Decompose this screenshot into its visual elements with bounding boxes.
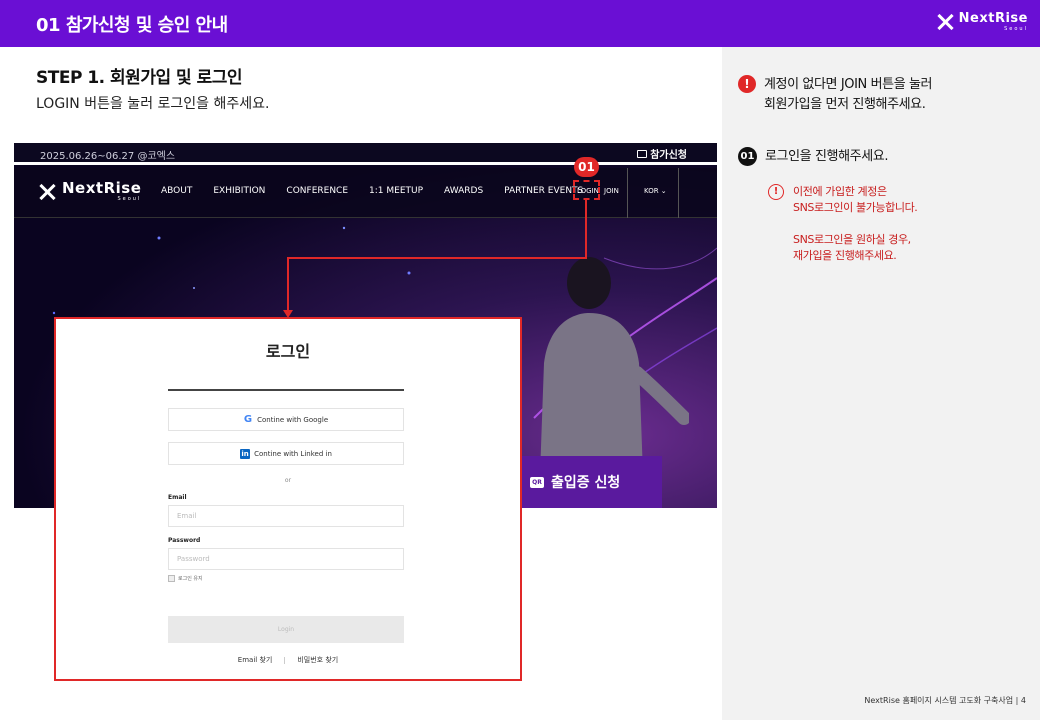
email-label: Email: [168, 494, 187, 501]
page-footer: NextRise 홈페이지 시스템 고도화 구축사업 | 4: [864, 696, 1026, 705]
title-divider: [168, 389, 404, 391]
site-top-stripe: 2025.06.26~06.27 @코엑스 참가신청: [14, 143, 717, 165]
register-link[interactable]: 참가신청: [637, 146, 687, 161]
step-title: STEP 1. 회원가입 및 로그인: [36, 68, 243, 88]
find-links: Email 찾기 비밀번호 찾기: [56, 655, 520, 665]
login-title: 로그인: [265, 342, 311, 361]
step-badge: 01: [574, 157, 599, 177]
warning-line4: 재가입을 진행해주세요.: [793, 249, 897, 262]
login-button[interactable]: Login: [168, 616, 404, 643]
header-bar: 01 참가신청 및 승인 안내 NextRise Seoul: [0, 0, 1040, 47]
warning-icon: !: [768, 184, 784, 200]
site-navigation: NextRise Seoul ABOUT EXHIBITION CONFEREN…: [14, 168, 717, 218]
monitor-icon: [637, 149, 648, 158]
brand-x-icon: [936, 13, 954, 31]
brand-sub: Seoul: [1004, 26, 1028, 32]
remember-label: 로그인 유지: [178, 576, 203, 582]
find-email-link[interactable]: Email 찾기: [238, 655, 273, 665]
step-description: LOGIN 버튼을 눌러 로그인을 해주세요.: [36, 96, 270, 112]
google-icon: G: [243, 414, 253, 425]
linkedin-icon: in: [240, 448, 251, 459]
site-logo-sub: Seoul: [117, 196, 142, 202]
link-separator: [284, 656, 286, 664]
remember-login[interactable]: 로그인 유지: [168, 575, 203, 582]
password-input[interactable]: Password: [168, 548, 404, 570]
step-number-badge: 01: [738, 147, 757, 166]
google-login-label: Contine with Google: [257, 415, 329, 424]
instruction-panel: ! 계정이 없다면 JOIN 버튼을 눌러 회원가입을 먼저 진행해주세요. 0…: [722, 47, 1040, 720]
warning-line3: SNS로그인을 원하실 경우,: [793, 233, 911, 246]
event-date: 2025.06.26~06.27 @코엑스: [40, 151, 176, 162]
find-password-link[interactable]: 비밀번호 찾기: [297, 655, 338, 665]
register-label: 참가신청: [650, 150, 687, 161]
step-instruction: 01 로그인을 진행해주세요.: [738, 147, 888, 167]
site-logo-name: NextRise: [62, 179, 142, 197]
nav-divider: [678, 168, 679, 218]
or-separator: or: [284, 477, 292, 484]
site-menu: ABOUT EXHIBITION CONFERENCE 1:1 MEETUP A…: [161, 186, 604, 196]
nav-divider: [627, 168, 628, 218]
brand-logo: NextRise Seoul: [936, 11, 1028, 33]
qr-pass-label: 출입증 신청: [551, 475, 621, 491]
password-label: Password: [168, 537, 201, 544]
google-login-button[interactable]: G Contine with Google: [168, 408, 404, 431]
linkedin-login-button[interactable]: in Contine with Linked in: [168, 442, 404, 465]
step-instruction-text: 로그인을 진행해주세요.: [765, 149, 889, 164]
login-modal: 로그인 G Contine with Google in Contine wit…: [54, 317, 522, 681]
menu-item-meetup[interactable]: 1:1 MEETUP: [369, 186, 423, 196]
remember-checkbox[interactable]: [168, 575, 175, 582]
language-select[interactable]: KOR ⌄: [644, 187, 667, 195]
logo-x-icon: [38, 183, 56, 201]
alert-icon: !: [738, 75, 756, 93]
sns-warning: ! 이전에 가입한 계정은 SNS로그인이 불가능합니다. SNS로그인을 원하…: [768, 184, 918, 264]
qr-icon: QR: [530, 476, 544, 488]
warning-line2: SNS로그인이 불가능합니다.: [793, 201, 918, 214]
email-input[interactable]: Email: [168, 505, 404, 527]
menu-item-partner-events[interactable]: PARTNER EVENTS: [504, 186, 583, 196]
linkedin-login-label: Contine with Linked in: [254, 449, 332, 458]
login-highlight-box: [573, 180, 600, 200]
brand-name: NextRise: [958, 11, 1028, 26]
qr-pass-button[interactable]: QR 출입증 신청: [521, 456, 662, 508]
warning-line1: 이전에 가입한 계정은: [793, 185, 887, 198]
join-link[interactable]: JOIN: [604, 187, 619, 195]
join-notice-line2: 회원가입을 먼저 진행해주세요.: [764, 97, 926, 112]
menu-item-exhibition[interactable]: EXHIBITION: [213, 186, 265, 196]
site-logo[interactable]: NextRise Seoul: [38, 179, 142, 203]
menu-item-conference[interactable]: CONFERENCE: [286, 186, 348, 196]
join-notice-line1: 계정이 없다면 JOIN 버튼을 눌러: [764, 77, 933, 92]
join-notice: ! 계정이 없다면 JOIN 버튼을 눌러 회원가입을 먼저 진행해주세요.: [738, 75, 933, 115]
page-title: 01 참가신청 및 승인 안내: [36, 15, 228, 36]
menu-item-about[interactable]: ABOUT: [161, 186, 192, 196]
menu-item-awards[interactable]: AWARDS: [444, 186, 483, 196]
